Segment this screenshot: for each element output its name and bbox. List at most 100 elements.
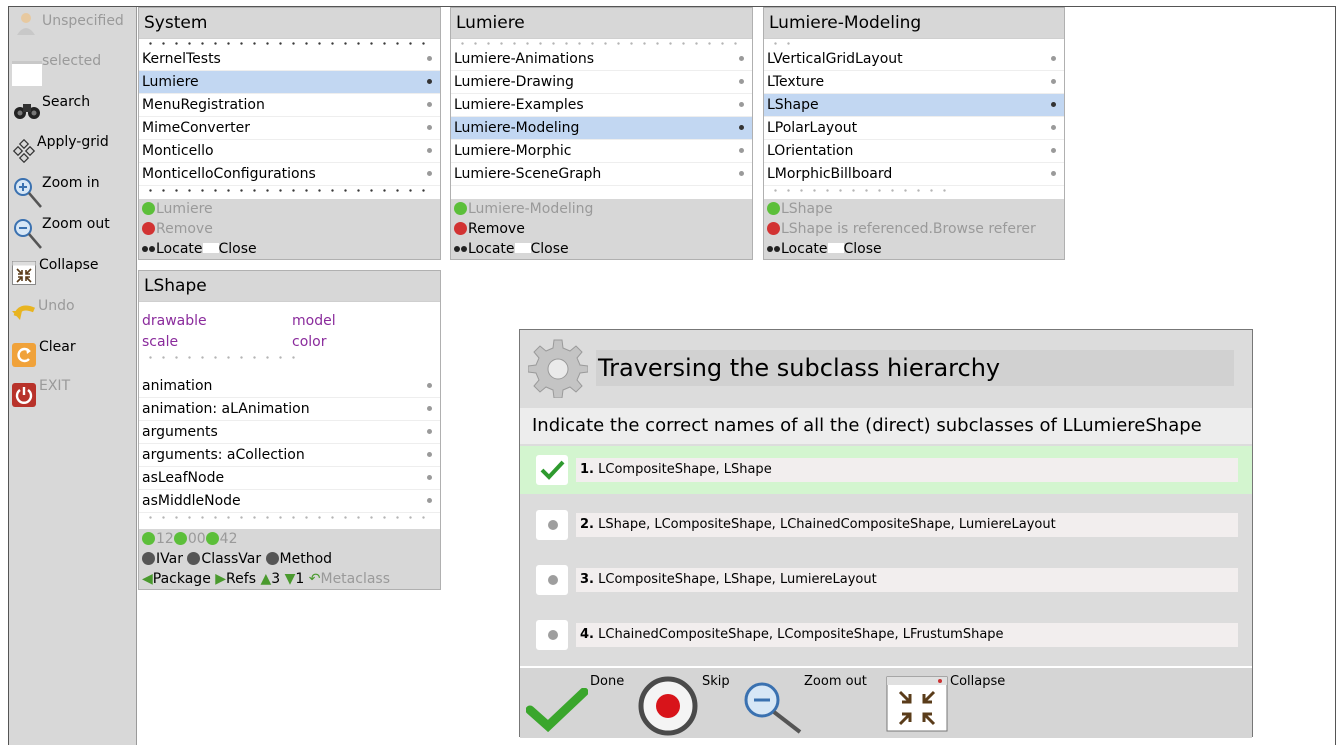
bullet-icon <box>1051 171 1056 176</box>
bullet-icon <box>427 475 432 480</box>
remove-button[interactable]: Remove <box>139 219 440 239</box>
method-item[interactable]: asMiddleNode <box>139 490 440 513</box>
refs-button[interactable]: Refs <box>226 571 256 587</box>
list-item[interactable]: MimeConverter <box>139 117 440 140</box>
list-item[interactable]: LOrientation <box>764 140 1064 163</box>
list-item[interactable]: Lumiere-SceneGraph <box>451 163 752 186</box>
list-item[interactable]: KernelTests <box>139 48 440 71</box>
metaclass-button[interactable]: Metaclass <box>320 571 390 587</box>
method-item[interactable]: animation <box>139 375 440 398</box>
panel-footer: 12 00 42 IVar ClassVar Method ◀Package ▶Re… <box>139 529 440 589</box>
list-item[interactable]: Lumiere-Morphic <box>451 140 752 163</box>
remove-icon <box>454 221 467 235</box>
bullet-icon <box>739 148 744 153</box>
method-count-icon <box>205 531 219 545</box>
close-icon <box>514 243 531 253</box>
apply-grid-button[interactable]: Apply-grid <box>9 132 136 172</box>
bullet-icon <box>739 56 744 61</box>
answer-option[interactable]: 4. LChainedCompositeShape, LCompositeSha… <box>520 611 1252 659</box>
method-item[interactable]: animation: aLAnimation <box>139 398 440 421</box>
list-item-selected[interactable]: Lumiere-Modeling <box>451 117 752 140</box>
done-button[interactable]: Done <box>526 674 644 734</box>
panel-title: Lumiere <box>451 8 752 39</box>
close-button[interactable]: Close <box>531 241 569 257</box>
radio-button[interactable] <box>548 520 558 530</box>
locate-button[interactable]: Locate <box>468 241 515 257</box>
list-item[interactable]: MenuRegistration <box>139 94 440 117</box>
list-item[interactable]: Lumiere-Animations <box>451 48 752 71</box>
method-label: animation: aLAnimation <box>142 401 310 417</box>
list-item-selected[interactable]: Lumiere <box>139 71 440 94</box>
done-label: Done <box>590 674 625 689</box>
add-classvar-button[interactable]: ClassVar <box>201 551 261 567</box>
list-item[interactable]: LVerticalGridLayout <box>764 48 1064 71</box>
method-item[interactable]: arguments: aCollection <box>139 444 440 467</box>
add-method-button[interactable]: Method <box>280 551 333 567</box>
close-icon <box>202 243 219 253</box>
answer-option[interactable]: 3. LCompositeShape, LShape, LumiereLayou… <box>520 556 1252 604</box>
list-item-selected[interactable]: LShape <box>764 94 1064 117</box>
method-item[interactable]: arguments <box>139 421 440 444</box>
ivar-color[interactable]: color <box>292 332 326 353</box>
zoom-out-button[interactable]: Zoom out <box>742 674 882 734</box>
scroll-dots[interactable] <box>139 186 440 195</box>
list-item[interactable]: LPolarLayout <box>764 117 1064 140</box>
zoom-out-label: Zoom out <box>804 674 867 689</box>
skip-button[interactable]: Skip <box>638 674 748 736</box>
clear-button[interactable]: Clear <box>9 337 136 377</box>
scroll-dots[interactable] <box>764 39 804 48</box>
collapse-button[interactable]: Collapse <box>9 255 136 295</box>
zoom-out-button[interactable]: Zoom out <box>9 214 136 254</box>
bullet-icon <box>739 102 744 107</box>
list-item[interactable]: LTexture <box>764 71 1064 94</box>
checkbox[interactable] <box>536 455 568 485</box>
apply-grid-label: Apply-grid <box>37 134 109 150</box>
exit-button[interactable]: EXIT <box>9 378 136 418</box>
ivar-model[interactable]: model <box>292 311 336 332</box>
answer-text: 1. LCompositeShape, LShape <box>576 458 1238 482</box>
close-button[interactable]: Close <box>219 241 257 257</box>
answer-option[interactable]: 2. LShape, LCompositeShape, LChainedComp… <box>520 501 1252 549</box>
triangle-up-icon: ▲ <box>260 571 272 587</box>
list-item[interactable]: Monticello <box>139 140 440 163</box>
var-row: drawable model <box>139 311 440 332</box>
scroll-dots[interactable] <box>764 186 954 195</box>
list-item[interactable]: MonticelloConfigurations <box>139 163 440 186</box>
method-item[interactable]: asLeafNode <box>139 467 440 490</box>
radio-button[interactable] <box>548 630 558 640</box>
panel-title: Lumiere-Modeling <box>764 8 1064 39</box>
lshape-class-panel: LShape drawable model scale color animat… <box>138 270 441 590</box>
collapse-button[interactable]: Collapse <box>886 674 1046 734</box>
ivar-scale[interactable]: scale <box>142 332 178 353</box>
gear-icon <box>528 339 588 398</box>
list-item-label: MenuRegistration <box>142 97 265 113</box>
zoom-in-button[interactable]: Zoom in <box>9 173 136 213</box>
remove-button[interactable]: Remove <box>451 219 752 239</box>
answer-text: 3. LCompositeShape, LShape, LumiereLayou… <box>576 568 1238 592</box>
search-button[interactable]: Search <box>9 92 136 132</box>
locate-button[interactable]: Locate <box>781 241 828 257</box>
remove-icon <box>142 221 155 235</box>
browse-references-link[interactable]: LShape is referenced.Browse referer <box>764 219 1064 239</box>
subclass-count[interactable]: 1 <box>295 571 304 587</box>
bullet-icon <box>427 383 432 388</box>
locate-button[interactable]: Locate <box>156 241 203 257</box>
package-button[interactable]: Package <box>153 571 211 587</box>
scroll-dots[interactable] <box>139 513 440 522</box>
scroll-dots[interactable] <box>451 39 752 48</box>
add-ivar-button[interactable]: IVar <box>156 551 183 567</box>
bullet-icon <box>427 125 432 130</box>
ivar-drawable[interactable]: drawable <box>142 311 207 332</box>
close-button[interactable]: Close <box>844 241 882 257</box>
radio-button[interactable] <box>548 575 558 585</box>
list-item[interactable]: LMorphicBillboard <box>764 163 1064 186</box>
scroll-dots[interactable] <box>139 39 440 48</box>
bullet-icon <box>427 452 432 457</box>
answer-option[interactable]: 1. LCompositeShape, LShape <box>520 446 1252 494</box>
panel-footer: Lumiere Remove Locate Close <box>139 199 440 259</box>
scroll-dots[interactable] <box>139 353 309 362</box>
list-item[interactable]: Lumiere-Examples <box>451 94 752 117</box>
bullet-icon <box>1051 125 1056 130</box>
superclass-count[interactable]: 3 <box>271 571 280 587</box>
list-item[interactable]: Lumiere-Drawing <box>451 71 752 94</box>
